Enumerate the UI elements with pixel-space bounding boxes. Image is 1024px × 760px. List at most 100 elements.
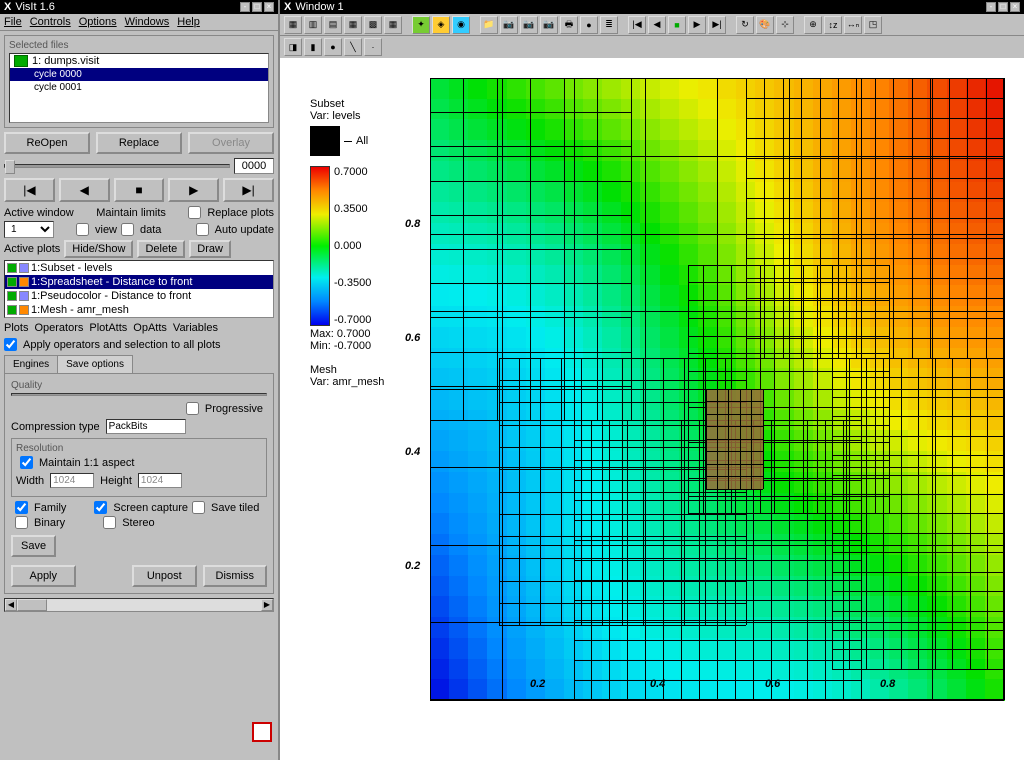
next-frame-icon[interactable]: ▶ (688, 16, 706, 34)
menu-help[interactable]: Help (177, 16, 200, 28)
save-button[interactable]: Save (11, 535, 56, 557)
horizontal-scrollbar[interactable]: ◀ ▶ (4, 598, 274, 612)
plot-item[interactable]: 1:Subset - levels (5, 261, 273, 275)
file-root[interactable]: 1: dumps.visit (10, 54, 268, 68)
tab-engines[interactable]: Engines (4, 355, 58, 373)
file-item[interactable]: cycle 0001 (10, 81, 268, 94)
camera3-icon[interactable]: 📷 (540, 16, 558, 34)
scrollbar-thumb[interactable] (17, 599, 47, 611)
layout4-icon[interactable]: ▦ (344, 16, 362, 34)
overlay-button[interactable]: Overlay (188, 132, 274, 154)
maximize-icon[interactable]: □ (998, 2, 1008, 12)
stereo-checkbox[interactable] (103, 516, 116, 529)
camera1-icon[interactable]: 📷 (500, 16, 518, 34)
stack-icon[interactable]: ≣ (600, 16, 618, 34)
record-icon[interactable]: ● (580, 16, 598, 34)
maintain-aspect-checkbox[interactable] (20, 456, 33, 469)
tab-save-options[interactable]: Save options (57, 355, 133, 373)
width-input[interactable] (50, 473, 94, 488)
progressive-checkbox[interactable] (186, 402, 199, 415)
opatts-menu[interactable]: OpAtts (133, 322, 167, 334)
tool1-icon[interactable]: ✦ (412, 16, 430, 34)
menu-windows[interactable]: Windows (125, 16, 170, 28)
auto-update-checkbox[interactable] (196, 223, 209, 236)
first-button[interactable]: |◀ (4, 178, 55, 202)
menu-file[interactable]: File (4, 16, 22, 28)
layout6-icon[interactable]: ▦ (384, 16, 402, 34)
window-system-icon: X (284, 1, 291, 13)
view-checkbox[interactable] (76, 223, 89, 236)
reopen-button[interactable]: ReOpen (4, 132, 90, 154)
binary-checkbox[interactable] (15, 516, 28, 529)
rotate-icon[interactable]: ↻ (736, 16, 754, 34)
layout2-icon[interactable]: ▥ (304, 16, 322, 34)
replace-plots-checkbox[interactable] (188, 206, 201, 219)
layout3-icon[interactable]: ▤ (324, 16, 342, 34)
tool2-icon[interactable]: ◈ (432, 16, 450, 34)
prev-frame-icon[interactable]: ◀ (648, 16, 666, 34)
menu-controls[interactable]: Controls (30, 16, 71, 28)
print-icon[interactable]: 🖶 (560, 16, 578, 34)
plot-list[interactable]: 1:Subset - levels 1:Spreadsheet - Distan… (4, 260, 274, 318)
close-icon[interactable]: × (264, 2, 274, 12)
wall-icon[interactable]: ▮ (304, 38, 322, 56)
tool3-icon[interactable]: ◉ (452, 16, 470, 34)
minimize-icon[interactable]: - (986, 2, 996, 12)
camera2-icon[interactable]: 📷 (520, 16, 538, 34)
cube-icon[interactable]: ◨ (284, 38, 302, 56)
last-button[interactable]: ▶| (223, 178, 274, 202)
minimize-icon[interactable]: - (240, 2, 250, 12)
variables-menu[interactable]: Variables (173, 322, 218, 334)
draw-button[interactable]: Draw (189, 240, 231, 258)
scroll-right-icon[interactable]: ▶ (261, 599, 273, 611)
point-icon[interactable]: · (364, 38, 382, 56)
color-icon[interactable]: 🎨 (756, 16, 774, 34)
plots-menu[interactable]: Plots (4, 322, 28, 334)
operators-menu[interactable]: Operators (34, 322, 83, 334)
close-icon[interactable]: × (1010, 2, 1020, 12)
plot-item[interactable]: 1:Spreadsheet - Distance to front (5, 275, 273, 289)
open-icon[interactable]: 📁 (480, 16, 498, 34)
layout5-icon[interactable]: ▩ (364, 16, 382, 34)
compression-input[interactable] (106, 419, 186, 434)
plotatts-menu[interactable]: PlotAtts (89, 322, 127, 334)
sphere-icon[interactable]: ● (324, 38, 342, 56)
axis-icon[interactable]: ⊹ (776, 16, 794, 34)
prev-button[interactable]: ◀ (59, 178, 110, 202)
delete-button[interactable]: Delete (137, 240, 185, 258)
visualization-canvas[interactable]: Subset Var: levels All 0.7000 0.3500 0.0… (280, 58, 1024, 760)
menu-options[interactable]: Options (79, 16, 117, 28)
file-list[interactable]: 1: dumps.visit cycle 0000 cycle 0001 (9, 53, 269, 123)
time-slider[interactable] (4, 164, 230, 168)
plot-item[interactable]: 1:Pseudocolor - Distance to front (5, 289, 273, 303)
nav-z-icon[interactable]: ↕z (824, 16, 842, 34)
stop-button[interactable]: ■ (114, 178, 165, 202)
family-checkbox[interactable] (15, 501, 28, 514)
nav-cube-icon[interactable]: ◳ (864, 16, 882, 34)
line-icon[interactable]: ╲ (344, 38, 362, 56)
scroll-left-icon[interactable]: ◀ (5, 599, 17, 611)
nav-n-icon[interactable]: ↔ₙ (844, 16, 862, 34)
unpost-button[interactable]: Unpost (132, 565, 197, 587)
stop-frame-icon[interactable]: ■ (668, 16, 686, 34)
apply-all-checkbox[interactable] (4, 338, 17, 351)
last-frame-icon[interactable]: ▶| (708, 16, 726, 34)
plot-item[interactable]: 1:Mesh - amr_mesh (5, 303, 273, 317)
file-item[interactable]: cycle 0000 (10, 68, 268, 81)
screen-capture-checkbox[interactable] (94, 501, 107, 514)
apply-button[interactable]: Apply (11, 565, 76, 587)
hideshow-button[interactable]: Hide/Show (64, 240, 133, 258)
selected-files-group: Selected files 1: dumps.visit cycle 0000… (4, 35, 274, 128)
data-checkbox[interactable] (121, 223, 134, 236)
height-input[interactable] (138, 473, 182, 488)
layout1-icon[interactable]: ▦ (284, 16, 302, 34)
active-window-select[interactable]: 1 (4, 221, 54, 238)
play-button[interactable]: ▶ (168, 178, 219, 202)
dismiss-button[interactable]: Dismiss (203, 565, 268, 587)
first-frame-icon[interactable]: |◀ (628, 16, 646, 34)
maximize-icon[interactable]: □ (252, 2, 262, 12)
save-tiled-checkbox[interactable] (192, 501, 205, 514)
nav-xy-icon[interactable]: ⊕ (804, 16, 822, 34)
quality-slider[interactable] (11, 393, 267, 396)
replace-button[interactable]: Replace (96, 132, 182, 154)
